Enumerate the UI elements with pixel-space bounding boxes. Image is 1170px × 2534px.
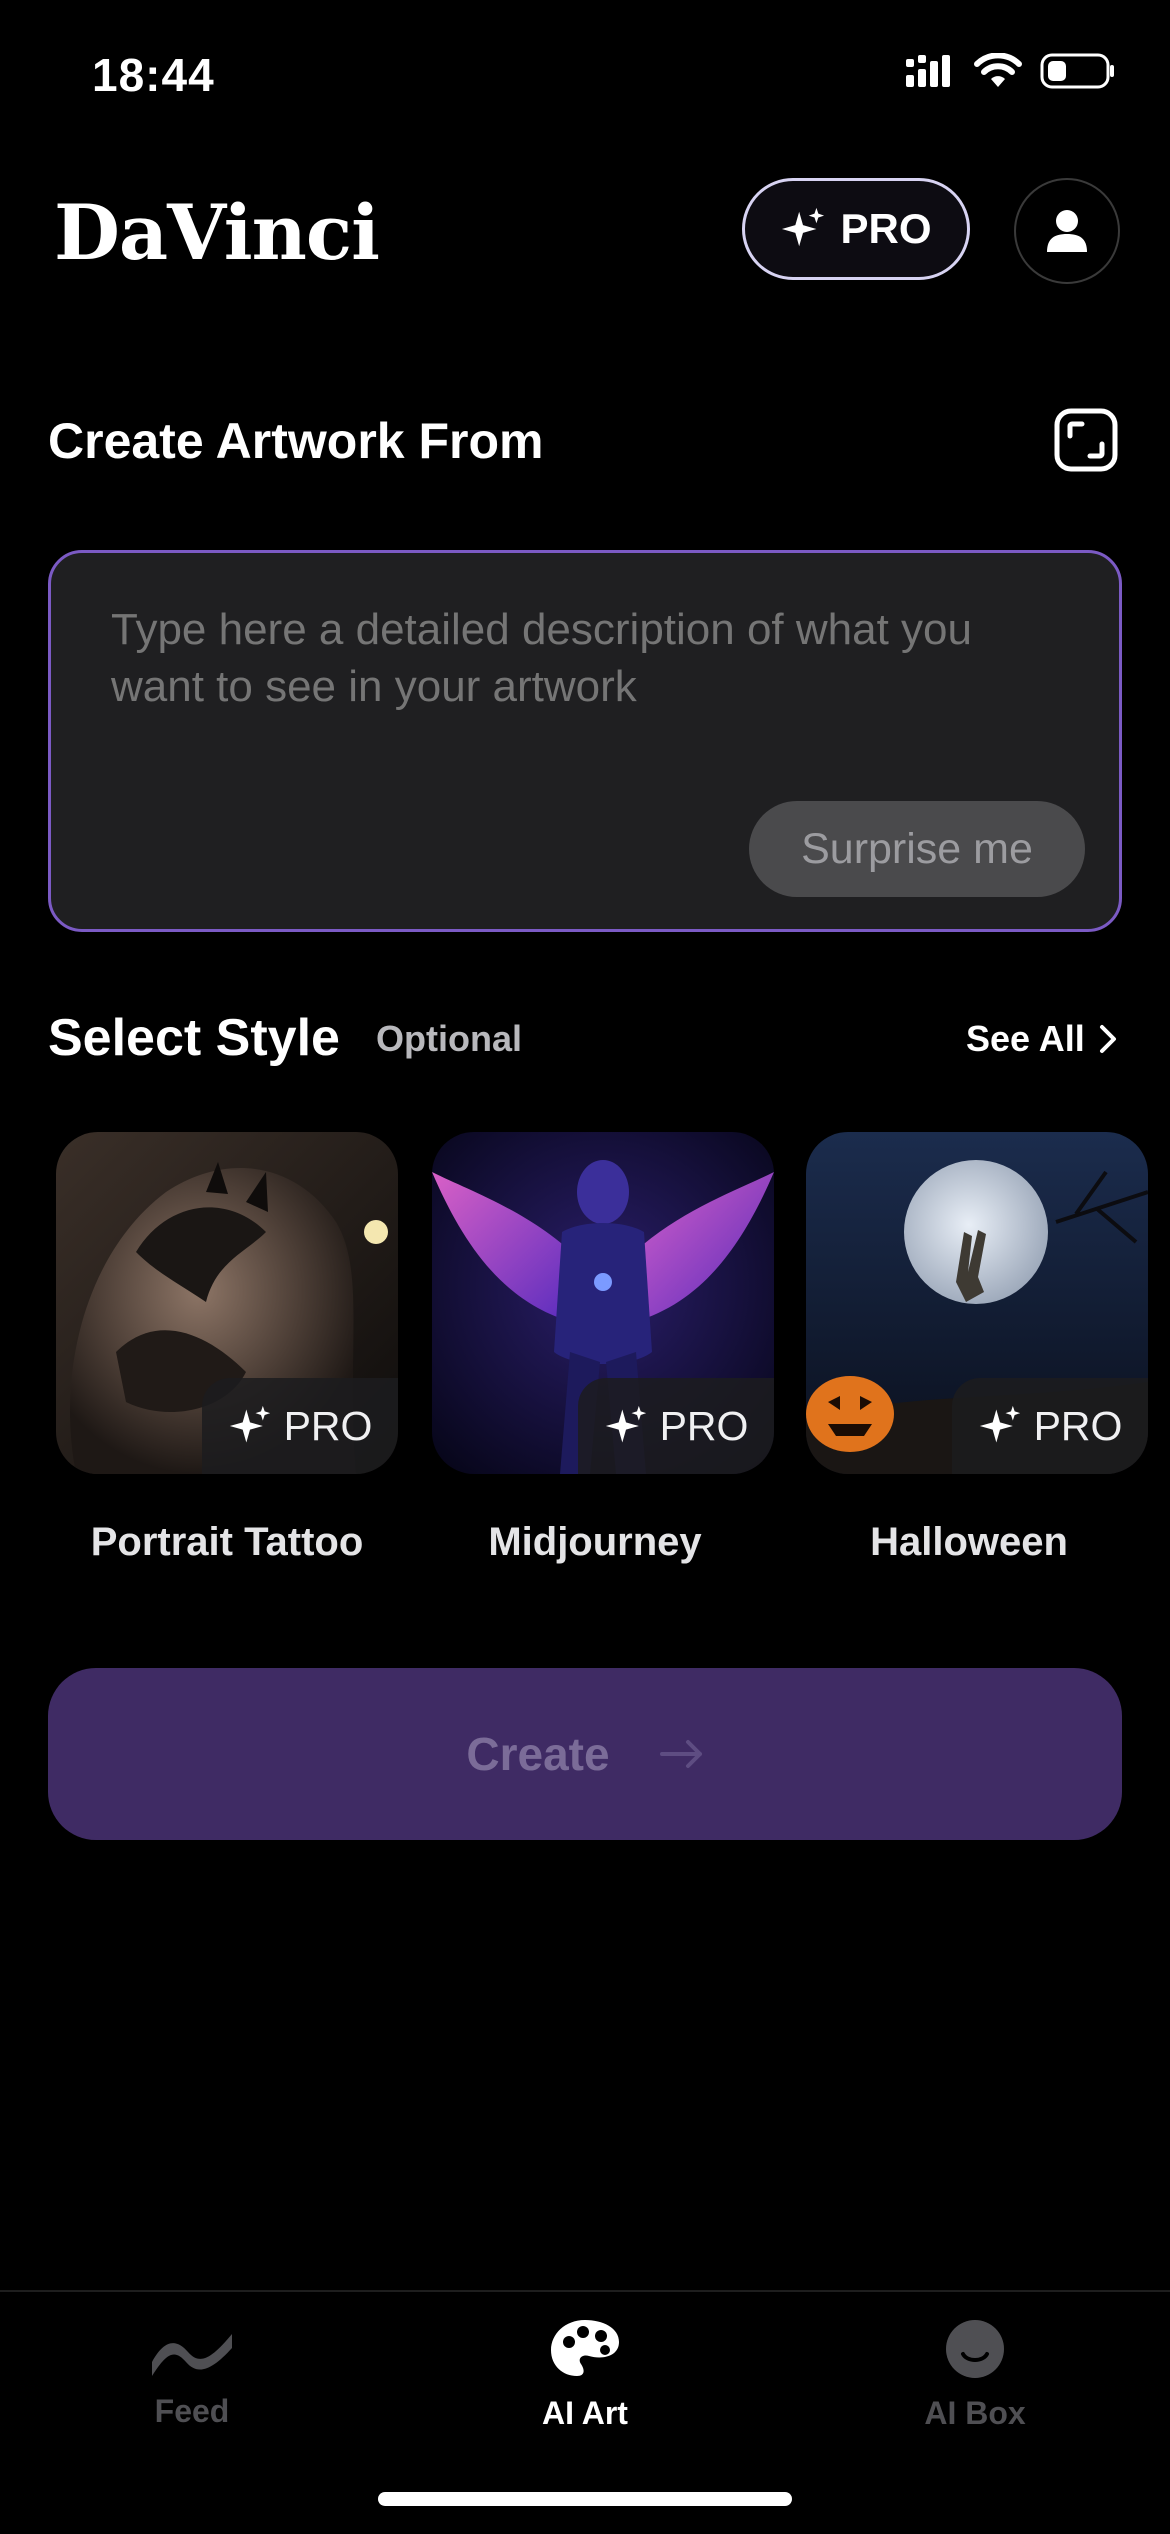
pro-label: PRO: [840, 205, 932, 252]
style-card-portrait-tattoo[interactable]: PRO: [56, 1132, 398, 1474]
chevron-right-icon: [1099, 1025, 1116, 1053]
profile-button[interactable]: [1014, 178, 1120, 284]
pro-upgrade-button[interactable]: PRO: [742, 178, 970, 280]
ai-box-icon: [946, 2320, 1004, 2378]
see-all-button[interactable]: See All: [966, 1018, 1117, 1060]
style-section-title: Select Style: [48, 1009, 340, 1067]
style-card-midjourney[interactable]: PRO: [432, 1132, 774, 1474]
tab-label: AI Art: [542, 2395, 628, 2431]
create-label: Create: [466, 1728, 610, 1780]
style-card-label: Halloween: [870, 1520, 1068, 1564]
feed-icon: [152, 2334, 232, 2376]
surprise-me-button[interactable]: Surprise me: [749, 801, 1085, 897]
tab-ai-art[interactable]: AI Art: [455, 2318, 715, 2432]
arrow-right-icon: [659, 1740, 702, 1768]
style-card-halloween[interactable]: PRO: [806, 1132, 1148, 1474]
home-indicator: [378, 2492, 792, 2506]
status-time: 18:44: [92, 49, 215, 101]
sparkle-icon: [782, 207, 825, 247]
battery-icon: [1040, 53, 1114, 89]
status-icons: [904, 52, 1116, 90]
expand-icon[interactable]: [1054, 408, 1118, 472]
wifi-icon: [974, 53, 1022, 87]
style-card-label: Midjourney: [488, 1520, 702, 1564]
style-card-label: Portrait Tattoo: [90, 1520, 364, 1564]
tab-label: Feed: [154, 2393, 230, 2429]
pro-badge: PRO: [952, 1378, 1148, 1474]
pro-badge-label: PRO: [283, 1402, 373, 1449]
sparkle-icon: [229, 1405, 270, 1443]
app-logo: DaVinci: [54, 188, 380, 277]
palette-icon: [551, 2320, 619, 2376]
pro-badge: PRO: [202, 1378, 398, 1474]
see-all-label: See All: [966, 1018, 1085, 1059]
prompt-input[interactable]: [111, 601, 1051, 772]
tab-label: AI Box: [924, 2395, 1026, 2431]
user-icon: [1047, 210, 1087, 252]
create-section-title: Create Artwork From: [48, 413, 544, 469]
optional-label: Optional: [376, 1018, 522, 1059]
tab-feed[interactable]: Feed: [62, 2318, 322, 2430]
sparkle-icon: [979, 1405, 1020, 1443]
sparkle-icon: [605, 1405, 646, 1443]
cellular-signal-icon: [906, 55, 950, 87]
pro-badge-label: PRO: [659, 1402, 749, 1449]
prompt-box: Surprise me: [48, 550, 1122, 932]
tab-ai-box[interactable]: AI Box: [845, 2318, 1105, 2432]
pro-badge-label: PRO: [1033, 1402, 1123, 1449]
pro-badge: PRO: [578, 1378, 774, 1474]
create-button[interactable]: Create: [48, 1668, 1122, 1840]
